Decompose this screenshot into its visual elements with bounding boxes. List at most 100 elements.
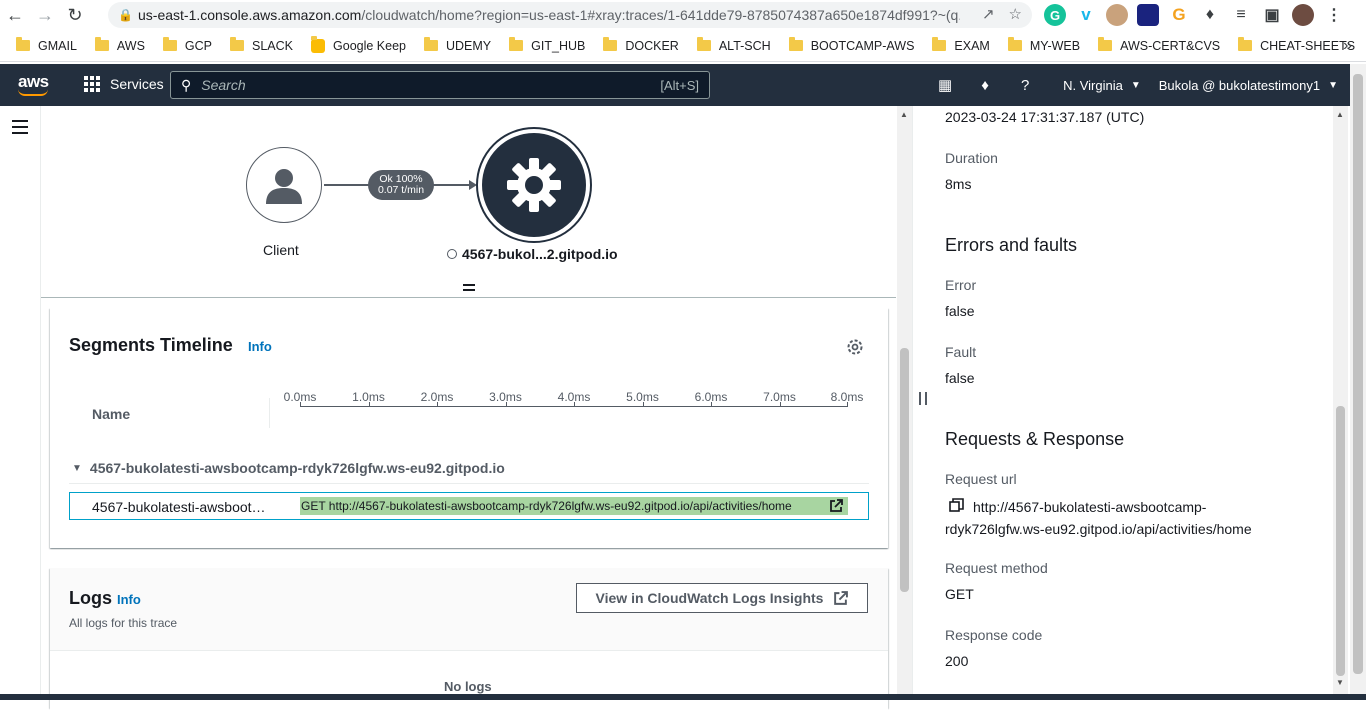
edge-rate: 0.07 t/min: [377, 184, 425, 196]
bookmark-google-keep[interactable]: Google Keep: [311, 35, 406, 53]
search-shortcut: [Alt+S]: [660, 77, 699, 93]
bookmark-star-icon[interactable]: ☆: [1009, 5, 1022, 23]
bookmark-udemy[interactable]: UDEMY: [424, 37, 491, 53]
bookmark-gmail[interactable]: GMAIL: [16, 37, 77, 53]
cloudshell-icon[interactable]: ▦: [925, 76, 965, 94]
services-menu[interactable]: Services: [84, 76, 164, 92]
split-pane-handle-icon[interactable]: [919, 392, 927, 405]
address-bar[interactable]: 🔒 us-east-1.console.aws.amazon.com/cloud…: [108, 2, 1032, 28]
request-method-label: Request method: [945, 560, 1048, 576]
forward-icon[interactable]: →: [30, 0, 60, 30]
column-divider[interactable]: [269, 398, 270, 428]
edge-stats-badge[interactable]: Ok 100% 0.07 t/min: [368, 170, 434, 200]
bookmark-docker[interactable]: DOCKER: [603, 37, 679, 53]
segments-timeline-card: Segments Timeline Info Name 0.0ms 1.0ms …: [50, 308, 888, 548]
keep-icon: [311, 35, 326, 53]
bookmark-aws[interactable]: AWS: [94, 37, 145, 53]
g-extension-icon[interactable]: G: [1168, 4, 1190, 26]
browser-menu-icon[interactable]: ⋮: [1323, 4, 1345, 26]
folder-icon: [16, 37, 30, 51]
hamburger-menu-icon[interactable]: [12, 120, 28, 134]
segment-name: 4567-bukolatesti-awsbootcamp-rdyk726lgfw…: [92, 499, 272, 515]
folder-icon: [94, 37, 109, 51]
notifications-bell-icon[interactable]: ♦: [965, 77, 1005, 94]
detail-panel-scrollbar[interactable]: ▲ ▼: [1333, 106, 1348, 700]
bookmark-alt-sch[interactable]: ALT-SCH: [696, 37, 771, 53]
bookmark-exam[interactable]: EXAM: [932, 37, 990, 53]
aws-top-nav: aws Services ⚲ [Alt+S] ▦ ♦ ? N. Virginia…: [0, 64, 1366, 106]
region-selector[interactable]: N. Virginia ▼: [1063, 78, 1141, 93]
avatar-extension-icon[interactable]: [1106, 4, 1128, 26]
scroll-up-arrow-icon[interactable]: ▲: [1336, 110, 1344, 119]
bookmark-my-web[interactable]: MY-WEB: [1007, 37, 1080, 53]
media-queue-icon[interactable]: ≡: [1230, 4, 1252, 26]
grammarly-extension-icon[interactable]: G: [1044, 4, 1066, 26]
main-scrollbar[interactable]: ▲: [897, 106, 912, 700]
search-input[interactable]: [201, 77, 642, 93]
back-icon[interactable]: ←: [0, 0, 30, 30]
page-scrollbar[interactable]: [1350, 64, 1366, 700]
folder-icon: [509, 37, 524, 51]
client-node[interactable]: [246, 147, 322, 223]
collapse-triangle-icon[interactable]: ▼: [72, 463, 82, 474]
segments-info-link[interactable]: Info: [248, 339, 272, 354]
logs-subtitle: All logs for this trace: [69, 616, 178, 630]
external-link-icon[interactable]: [829, 499, 843, 515]
settings-gear-icon[interactable]: [846, 338, 864, 361]
scroll-up-arrow-icon[interactable]: ▲: [900, 110, 908, 119]
resize-handle-icon[interactable]: [463, 284, 475, 291]
address-url[interactable]: us-east-1.console.aws.amazon.com/cloudwa…: [138, 7, 960, 23]
puzzle-game-extension-icon[interactable]: [1137, 4, 1159, 26]
no-logs-message: No logs: [444, 679, 492, 694]
folder-icon: [932, 37, 947, 51]
duration-value: 8ms: [945, 176, 972, 192]
reload-icon[interactable]: ↻: [60, 0, 90, 30]
profile-avatar[interactable]: [1292, 4, 1314, 26]
panel-divider: [912, 106, 913, 700]
segment-bar-label: GET http://4567-bukolatesti-awsbootcamp-…: [301, 499, 792, 513]
axis-tick-label: 7.0ms: [763, 390, 796, 404]
axis-tick-label: 0.0ms: [283, 390, 317, 404]
bookmarks-overflow-icon[interactable]: »: [1343, 37, 1352, 55]
segment-duration-bar[interactable]: GET http://4567-bukolatesti-awsbootcamp-…: [300, 497, 848, 515]
fault-value: false: [945, 370, 975, 386]
service-node-label[interactable]: 4567-bukol...2.gitpod.io: [447, 246, 618, 262]
bookmark-gcp[interactable]: GCP: [162, 37, 212, 53]
side-panel-icon[interactable]: ▣: [1261, 4, 1283, 26]
bookmark-aws-cert[interactable]: AWS-CERT&CVS: [1098, 37, 1220, 53]
main-scrollbar-thumb[interactable]: [900, 348, 909, 592]
folder-icon: [696, 37, 711, 51]
page-scrollbar-thumb[interactable]: [1353, 74, 1363, 674]
bookmark-bootcamp-aws[interactable]: BOOTCAMP-AWS: [788, 37, 914, 53]
account-menu[interactable]: Bukola @ bukolatestimony1 ▼: [1159, 78, 1338, 93]
scroll-down-arrow-icon[interactable]: ▼: [1336, 678, 1344, 687]
error-label: Error: [945, 277, 977, 293]
axis-tick-label: 6.0ms: [694, 390, 728, 404]
segment-row[interactable]: 4567-bukolatesti-awsbootcamp-rdyk726lgfw…: [69, 492, 869, 520]
detail-scrollbar-thumb[interactable]: [1336, 406, 1345, 676]
folder-icon: [424, 37, 438, 51]
lock-icon: 🔒: [118, 8, 133, 22]
bookmark-cheat-sheets[interactable]: CHEAT-SHEETS: [1238, 37, 1355, 53]
row-divider: [69, 483, 869, 484]
logs-info-link[interactable]: Info: [117, 592, 141, 607]
external-link-icon: [834, 590, 849, 605]
segment-group-row[interactable]: ▼ 4567-bukolatesti-awsbootcamp-rdyk726lg…: [72, 460, 505, 476]
view-in-cloudwatch-logs-insights-button[interactable]: View in CloudWatch Logs Insights: [576, 583, 868, 613]
extensions-bar: G v G ♦ ≡ ▣ ⋮: [1044, 4, 1345, 26]
share-icon[interactable]: ↗: [982, 5, 995, 23]
service-node[interactable]: [476, 127, 592, 243]
bookmark-slack[interactable]: SLACK: [230, 37, 293, 53]
aws-logo[interactable]: aws: [18, 72, 49, 96]
requests-response-heading: Requests & Response: [945, 429, 1125, 449]
folder-icon: [603, 37, 618, 51]
trace-timestamp: 2023-03-24 17:31:37.187 (UTC): [945, 109, 1145, 125]
vimeo-extension-icon[interactable]: v: [1075, 4, 1097, 26]
bookmark-git-hub[interactable]: GIT_HUB: [509, 37, 585, 53]
logs-table: No logs: [50, 650, 888, 710]
extensions-puzzle-icon[interactable]: ♦: [1199, 4, 1221, 26]
axis-tick-label: 4.0ms: [557, 390, 591, 404]
help-icon[interactable]: ?: [1005, 77, 1045, 94]
axis-tick-label: 2.0ms: [420, 390, 454, 404]
console-search[interactable]: ⚲ [Alt+S]: [170, 71, 710, 99]
